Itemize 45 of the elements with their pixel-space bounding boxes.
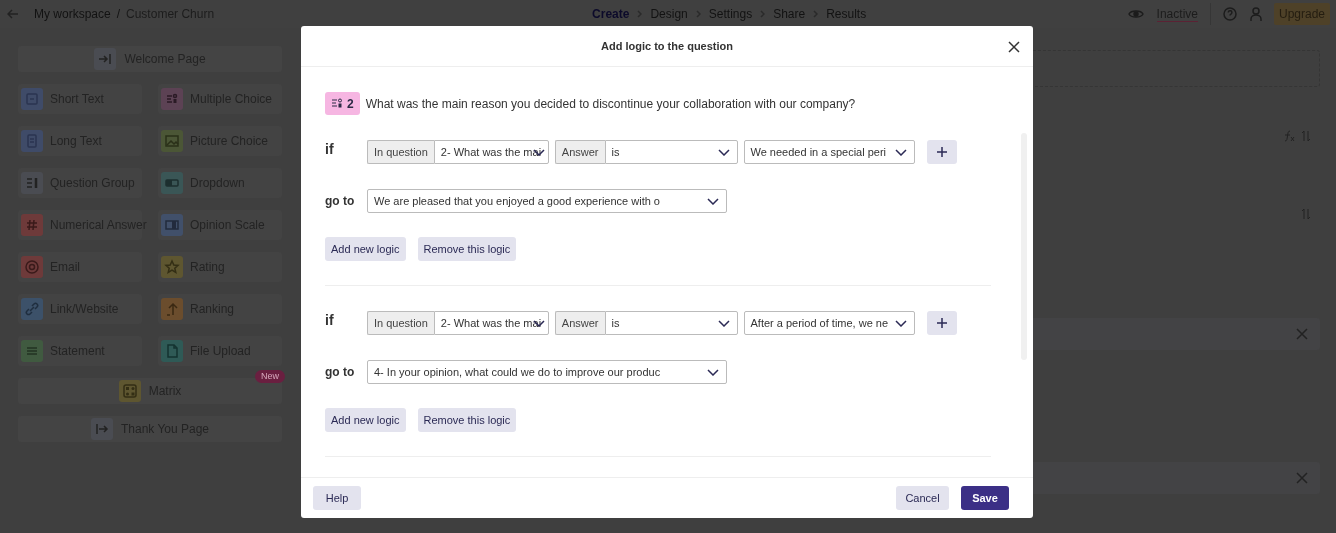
dialog-title: Add logic to the question (601, 38, 733, 54)
field-label: In question (367, 311, 434, 335)
field-label: In question (367, 140, 434, 164)
function-icon (1283, 130, 1295, 142)
plus-icon (936, 318, 947, 328)
field-label: Answer (554, 311, 605, 335)
operator-dropdown[interactable]: is (604, 140, 738, 164)
plus-icon (936, 147, 947, 157)
add-condition-button[interactable] (926, 311, 957, 335)
close-icon[interactable] (1008, 41, 1020, 53)
user-icon[interactable] (1249, 7, 1262, 21)
remove-logic-button[interactable]: Remove this logic (417, 408, 517, 432)
sort-icon[interactable] (1300, 208, 1312, 220)
add-condition-button[interactable] (926, 140, 957, 164)
chevron-down-icon (894, 149, 907, 156)
goto-dropdown[interactable]: We are pleased that you enjoyed a good experience with o (367, 189, 727, 213)
cancel-button[interactable]: Cancel (896, 486, 949, 510)
if-label: if (325, 311, 335, 329)
remove-logic-button[interactable]: Remove this logic (417, 237, 517, 261)
add-logic-button[interactable]: Add new logic (325, 237, 406, 261)
add-logic-button[interactable]: Add new logic (325, 408, 406, 432)
eye-icon[interactable] (1127, 8, 1144, 20)
chevron-down-icon (717, 320, 730, 327)
if-label: if (325, 140, 335, 158)
help-icon[interactable] (1222, 7, 1237, 21)
chevron-down-icon (707, 198, 719, 205)
save-button[interactable]: Save (961, 486, 1009, 510)
help-button[interactable]: Help (313, 486, 361, 510)
chevron-down-icon (707, 369, 719, 376)
chevron-down-icon (717, 149, 730, 156)
new-badge: New (255, 370, 285, 383)
operator-dropdown[interactable]: is (604, 311, 738, 335)
field-label: Answer (554, 140, 605, 164)
question-number: 2 (347, 95, 354, 113)
answer-dropdown[interactable]: After a period of time, we ne (743, 311, 915, 335)
back-arrow-icon[interactable] (7, 9, 19, 19)
chevron-down-icon (894, 320, 907, 327)
question-text: What was the main reason you decided to discontinue your collaboration with our company? (365, 95, 856, 113)
goto-dropdown[interactable]: 4- In your opinion, what could we do to improve our produc (367, 360, 727, 384)
goto-label: go to (325, 193, 356, 210)
answer-dropdown[interactable]: We needed in a special peri (743, 140, 915, 164)
goto-label: go to (325, 364, 356, 381)
sort-icon[interactable] (1300, 130, 1312, 142)
choice-list-icon (331, 98, 343, 109)
breadcrumb-separator: / (116, 6, 121, 23)
